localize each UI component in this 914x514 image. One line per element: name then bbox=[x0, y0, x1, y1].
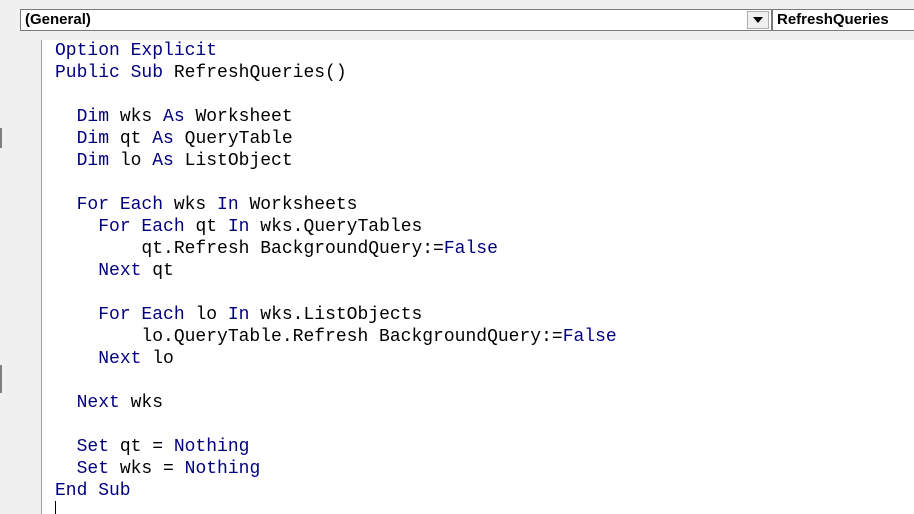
code-keyword: For Each bbox=[98, 305, 185, 325]
code-keyword: Next bbox=[98, 349, 142, 369]
procedure-combo-box[interactable]: RefreshQueries bbox=[772, 9, 914, 31]
code-token: wks bbox=[109, 107, 164, 127]
edge-marker bbox=[0, 128, 2, 148]
code-keyword: Next bbox=[98, 261, 142, 281]
code-line[interactable]: qt.Refresh BackgroundQuery:=False bbox=[55, 238, 617, 260]
code-token: qt bbox=[141, 261, 174, 281]
code-line[interactable]: Public Sub RefreshQueries() bbox=[55, 62, 617, 84]
margin-indicator-bar[interactable] bbox=[10, 40, 42, 514]
object-combo-dropdown-button[interactable] bbox=[747, 11, 769, 29]
code-keyword: In bbox=[227, 217, 250, 237]
code-line[interactable]: For Each lo In wks.ListObjects bbox=[55, 304, 617, 326]
code-token: Worksheet bbox=[184, 107, 293, 127]
code-line[interactable]: Set wks = Nothing bbox=[55, 458, 617, 480]
code-keyword: As bbox=[152, 129, 174, 149]
code-line[interactable]: For Each qt In wks.QueryTables bbox=[55, 216, 617, 238]
code-line[interactable] bbox=[55, 172, 617, 194]
code-line[interactable] bbox=[55, 370, 617, 392]
code-keyword: Dim bbox=[76, 151, 110, 171]
code-line[interactable]: End Sub bbox=[55, 480, 617, 502]
code-token: qt bbox=[184, 217, 228, 237]
code-keyword: As bbox=[152, 151, 174, 171]
code-keyword: Set bbox=[76, 437, 110, 457]
code-line[interactable]: Dim qt As QueryTable bbox=[55, 128, 617, 150]
code-token: ListObject bbox=[173, 151, 293, 171]
code-line[interactable] bbox=[55, 282, 617, 304]
chevron-down-icon bbox=[753, 17, 763, 23]
code-line[interactable]: Option Explicit bbox=[55, 40, 617, 62]
code-keyword: Dim bbox=[76, 107, 110, 127]
code-keyword: End Sub bbox=[55, 481, 131, 501]
code-line[interactable]: Next qt bbox=[55, 260, 617, 282]
procedure-combo-value: RefreshQueries bbox=[777, 11, 889, 28]
code-keyword: Set bbox=[76, 459, 110, 479]
code-token: RefreshQueries() bbox=[163, 63, 347, 83]
code-keyword: Nothing bbox=[173, 437, 250, 457]
code-line[interactable] bbox=[55, 414, 617, 436]
code-keyword: Public Sub bbox=[55, 63, 164, 83]
code-token: lo bbox=[109, 151, 153, 171]
code-token: lo bbox=[141, 349, 174, 369]
text-caret bbox=[55, 501, 56, 514]
code-token: lo.QueryTable.Refresh BackgroundQuery:= bbox=[55, 327, 563, 347]
code-line[interactable]: Dim wks As Worksheet bbox=[55, 106, 617, 128]
code-keyword: As bbox=[163, 107, 185, 127]
code-keyword: Nothing bbox=[184, 459, 261, 479]
code-token: wks bbox=[119, 393, 164, 413]
edge-marker bbox=[0, 365, 2, 393]
code-line[interactable]: Next lo bbox=[55, 348, 617, 370]
code-token: wks.ListObjects bbox=[249, 305, 423, 325]
code-line[interactable]: For Each wks In Worksheets bbox=[55, 194, 617, 216]
code-keyword: False bbox=[443, 239, 498, 259]
object-combo-box[interactable]: (General) bbox=[20, 9, 772, 31]
vba-code-window: (General) RefreshQueries Option Explicit… bbox=[0, 0, 914, 514]
code-keyword: Option Explicit bbox=[55, 41, 218, 61]
code-token: QueryTable bbox=[173, 129, 293, 149]
code-keyword: Dim bbox=[76, 129, 110, 149]
code-token: wks bbox=[163, 195, 218, 215]
code-keyword: In bbox=[217, 195, 239, 215]
code-line[interactable]: lo.QueryTable.Refresh BackgroundQuery:=F… bbox=[55, 326, 617, 348]
code-line[interactable]: Next wks bbox=[55, 392, 617, 414]
code-keyword: For Each bbox=[98, 217, 185, 237]
code-line[interactable] bbox=[55, 84, 617, 106]
code-keyword: For Each bbox=[76, 195, 164, 215]
code-keyword: Next bbox=[76, 393, 120, 413]
code-editor[interactable]: Option Explicit Public Sub RefreshQueries… bbox=[10, 40, 914, 514]
code-token: wks = bbox=[109, 459, 185, 479]
code-keyword: False bbox=[562, 327, 617, 347]
code-token: lo bbox=[184, 305, 228, 325]
code-token: qt bbox=[109, 129, 153, 149]
code-token: qt.Refresh BackgroundQuery:= bbox=[55, 239, 444, 259]
code-token: wks.QueryTables bbox=[249, 217, 423, 237]
code-line[interactable]: Dim lo As ListObject bbox=[55, 150, 617, 172]
object-combo-value: (General) bbox=[25, 11, 91, 28]
code-token: qt = bbox=[109, 437, 174, 457]
code-window-toolbar: (General) RefreshQueries bbox=[10, 0, 914, 40]
code-line[interactable]: Set qt = Nothing bbox=[55, 436, 617, 458]
code-text[interactable]: Option Explicit Public Sub RefreshQueries… bbox=[55, 40, 617, 502]
code-token: Worksheets bbox=[238, 195, 358, 215]
code-keyword: In bbox=[227, 305, 250, 325]
